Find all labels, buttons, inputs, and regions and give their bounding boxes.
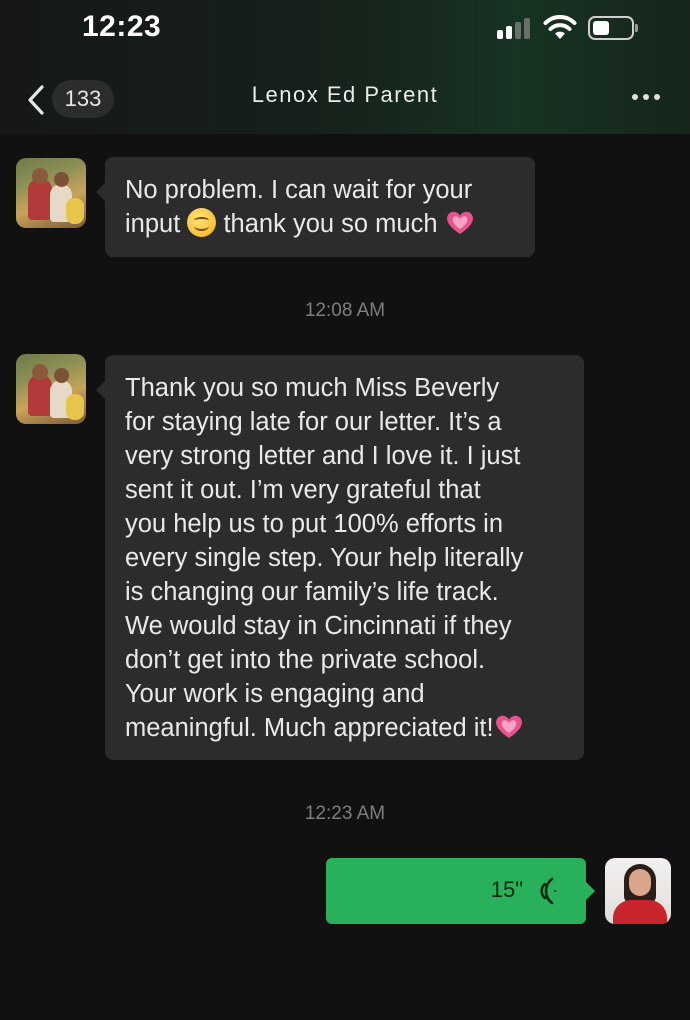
message-text: We would stay in Cincinnati if they [125,612,512,640]
message-text: meaningful. Much appreciated it! [125,714,494,742]
contact-avatar[interactable] [16,158,86,228]
more-options-button[interactable] [626,88,666,108]
chevron-left-icon [28,85,44,115]
chat-title: Lenox Ed Parent [251,82,439,107]
message-text: for staying late for our letter. It’s a [125,408,502,436]
message-text: very strong letter and I love it. I just [125,442,521,470]
status-time: 12:23 [82,10,162,43]
smiling-face-emoji [187,208,217,237]
voice-message-bubble[interactable]: 15" [326,858,595,924]
battery-icon [588,16,640,40]
voice-wave-icon [540,877,557,905]
top-bar: 12:23 133 Lenox Ed Parent [0,0,690,134]
more-dots-icon-dot [643,94,649,100]
cellular-signal-icon [497,17,533,39]
message-text: every single step. Your help literally [125,544,524,572]
wifi-icon [543,15,577,39]
unread-count-badge: 133 [52,80,114,118]
message-text: thank you so much [216,210,445,238]
back-button[interactable]: 133 [18,80,118,120]
message-timestamp: 12:08 AM [304,300,386,321]
message-text: is changing our family’s life track. [125,578,499,606]
pink-heart-emoji [495,715,522,738]
message-text: you help us to put 100% efforts in [125,510,504,538]
message-text: don’t get into the private school. [125,646,486,674]
more-dots-icon [632,94,638,100]
message-text: Thank you so much Miss Beverly [125,374,500,402]
my-avatar[interactable] [605,858,671,924]
message-text: No problem. I can wait for your [125,176,473,204]
message-text-line: meaningful. Much appreciated it! [125,711,564,745]
message-text: sent it out. I’m very grateful that [125,476,481,504]
contact-avatar[interactable] [16,354,86,424]
message-text: Your work is engaging and [125,680,425,708]
pink-heart-emoji [446,211,473,234]
voice-duration: 15" [490,877,523,902]
message-bubble-incoming[interactable]: No problem. I can wait for your input th… [96,157,535,257]
message-text-line: input thank you so much [125,207,515,241]
message-timestamp: 12:23 AM [304,803,386,824]
more-dots-icon-dot [654,94,660,100]
message-text: input [125,210,188,238]
chat-screen: 12:23 133 Lenox Ed Parent No problem. I … [0,0,690,1020]
message-bubble-incoming[interactable]: Thank you so much Miss Beverly for stayi… [96,355,584,760]
